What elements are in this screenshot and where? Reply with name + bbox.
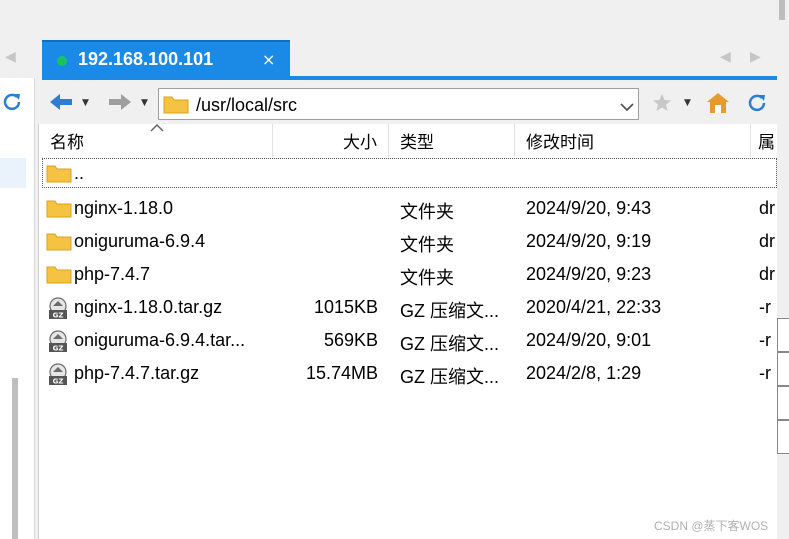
file-modified: 2024/2/8, 1:29 bbox=[526, 363, 642, 383]
gz-archive-icon: GZ bbox=[46, 362, 70, 390]
tab-scroll-left2-icon[interactable]: ◀ bbox=[720, 49, 731, 65]
column-divider[interactable] bbox=[272, 124, 273, 157]
tab-scroll-left-icon[interactable]: ◀ bbox=[5, 49, 16, 65]
folder-icon bbox=[46, 198, 72, 222]
connection-status-icon bbox=[57, 56, 67, 66]
svg-text:GZ: GZ bbox=[53, 345, 64, 353]
tab-close-icon[interactable]: × bbox=[262, 50, 275, 69]
column-header-type[interactable]: 类型 bbox=[400, 128, 434, 153]
back-arrow-icon[interactable] bbox=[48, 92, 74, 116]
bookmark-dropdown-icon[interactable]: ▼ bbox=[684, 98, 691, 108]
file-type: 文件夹 bbox=[400, 202, 454, 222]
file-attributes: -r bbox=[759, 297, 771, 317]
file-name: oniguruma-6.9.4 bbox=[74, 231, 206, 251]
file-attributes: dr bbox=[759, 231, 776, 251]
right-panel-cell bbox=[777, 386, 789, 420]
column-divider[interactable] bbox=[514, 124, 515, 157]
sort-ascending-icon bbox=[150, 117, 164, 136]
gz-archive-icon: GZ bbox=[46, 329, 70, 357]
file-name: .. bbox=[74, 163, 85, 183]
file-attributes: dr bbox=[759, 198, 776, 218]
forward-history-dropdown-icon[interactable]: ▼ bbox=[141, 98, 148, 108]
file-type: GZ 压缩文... bbox=[400, 367, 499, 387]
right-panel-cell bbox=[777, 420, 789, 454]
file-modified: 2024/9/20, 9:43 bbox=[526, 198, 652, 218]
right-scrollbar[interactable] bbox=[779, 0, 785, 20]
folder-icon bbox=[46, 163, 72, 187]
file-name: php-7.4.7 bbox=[74, 264, 151, 284]
column-divider[interactable] bbox=[388, 124, 389, 157]
current-path: /usr/local/src bbox=[196, 95, 298, 115]
left-pane-selected-item[interactable] bbox=[0, 158, 26, 188]
file-type: 文件夹 bbox=[400, 268, 454, 288]
file-modified: 2024/9/20, 9:23 bbox=[526, 264, 652, 284]
svg-text:GZ: GZ bbox=[53, 312, 64, 320]
file-name: php-7.4.7.tar.gz bbox=[74, 363, 200, 383]
file-name: nginx-1.18.0.tar.gz bbox=[74, 297, 223, 317]
column-divider[interactable] bbox=[750, 124, 751, 157]
refresh-icon[interactable] bbox=[744, 91, 770, 119]
column-header-attributes[interactable]: 属 bbox=[758, 128, 775, 153]
left-pane-scrollbar[interactable] bbox=[12, 378, 18, 539]
file-modified: 2024/9/20, 9:01 bbox=[526, 330, 652, 350]
file-name: oniguruma-6.9.4.tar... bbox=[74, 330, 246, 350]
file-size: 15.74MB bbox=[305, 363, 378, 383]
file-name: nginx-1.18.0 bbox=[74, 198, 174, 218]
right-panel-cell bbox=[777, 352, 789, 386]
file-size: 569KB bbox=[323, 330, 378, 350]
file-type: GZ 压缩文... bbox=[400, 334, 499, 354]
tab-scroll-right-icon[interactable]: ▶ bbox=[750, 49, 761, 65]
home-icon[interactable] bbox=[706, 92, 730, 118]
file-attributes: -r bbox=[759, 363, 771, 383]
gz-archive-icon: GZ bbox=[46, 296, 70, 324]
column-header-size[interactable]: 大小 bbox=[343, 128, 377, 153]
forward-arrow-icon[interactable] bbox=[107, 92, 133, 116]
right-panel-cell bbox=[777, 318, 789, 352]
file-type: GZ 压缩文... bbox=[400, 301, 499, 321]
file-size: 1015KB bbox=[313, 297, 378, 317]
folder-icon bbox=[46, 264, 72, 288]
back-history-dropdown-icon[interactable]: ▼ bbox=[82, 98, 89, 108]
file-modified: 2020/4/21, 22:33 bbox=[526, 297, 662, 317]
bookmark-star-icon[interactable] bbox=[652, 93, 672, 117]
file-attributes: -r bbox=[759, 330, 771, 350]
folder-icon bbox=[46, 231, 72, 255]
tab-title: 192.168.100.101 bbox=[78, 49, 214, 69]
chevron-down-icon[interactable] bbox=[620, 97, 634, 116]
refresh-icon[interactable] bbox=[0, 90, 24, 114]
file-attributes: dr bbox=[759, 264, 776, 284]
folder-icon bbox=[163, 94, 189, 118]
table-row-parent[interactable] bbox=[42, 158, 777, 188]
file-type: 文件夹 bbox=[400, 235, 454, 255]
svg-text:GZ: GZ bbox=[53, 378, 64, 386]
watermark: CSDN @蒸下客WOS bbox=[654, 519, 769, 533]
column-header-modified[interactable]: 修改时间 bbox=[526, 128, 594, 153]
right-edge-panel bbox=[777, 0, 789, 539]
column-header-name[interactable]: 名称 bbox=[50, 128, 84, 153]
file-modified: 2024/9/20, 9:19 bbox=[526, 231, 652, 251]
